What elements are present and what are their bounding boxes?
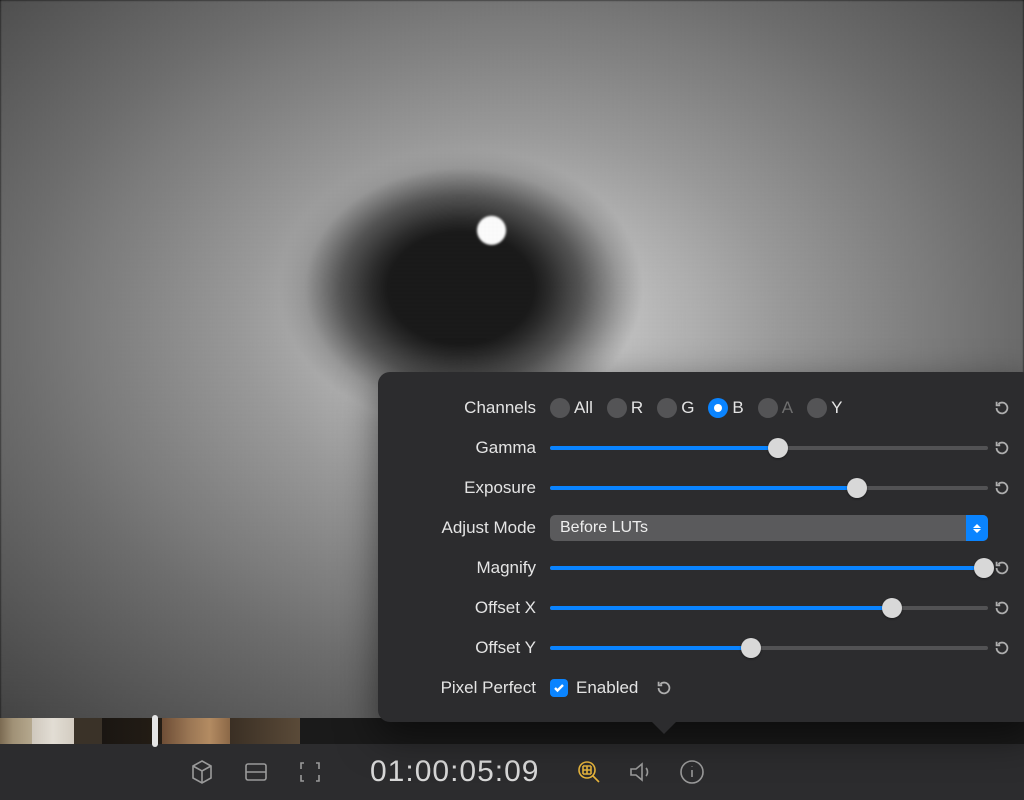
- adjust-mode-value: Before LUTs: [560, 519, 648, 537]
- channel-radio-b[interactable]: B: [708, 398, 753, 418]
- reset-offset-y-button[interactable]: [988, 639, 1016, 657]
- pixel-perfect-row: Pixel Perfect Enabled: [396, 668, 1016, 708]
- channel-radio-label: A: [782, 398, 793, 418]
- timeline-thumb[interactable]: [162, 718, 230, 744]
- reset-offset-x-button[interactable]: [988, 599, 1016, 617]
- channel-radio-a[interactable]: A: [758, 398, 803, 418]
- adjust-mode-label: Adjust Mode: [396, 518, 550, 538]
- timeline-thumb[interactable]: [0, 718, 32, 744]
- radio-dot-icon: [657, 398, 677, 418]
- channel-radio-r[interactable]: R: [607, 398, 653, 418]
- reset-pixel-perfect-button[interactable]: [650, 679, 678, 697]
- channel-radio-g[interactable]: G: [657, 398, 704, 418]
- timecode-display: 01:00:05:09: [370, 755, 539, 789]
- channel-radio-label: B: [732, 398, 743, 418]
- radio-dot-icon: [758, 398, 778, 418]
- channel-radio-y[interactable]: Y: [807, 398, 852, 418]
- radio-dot-icon: [708, 398, 728, 418]
- pixel-perfect-checkbox-label: Enabled: [576, 678, 638, 698]
- timeline-thumb[interactable]: [32, 718, 74, 744]
- channels-radio-group: All R G B A Y: [550, 398, 988, 418]
- magnify-row: Magnify: [396, 548, 1016, 588]
- bottom-toolbar: 01:00:05:09: [0, 744, 1024, 800]
- pixel-perfect-checkbox[interactable]: [550, 679, 568, 697]
- channels-row: Channels All R G B A Y: [396, 388, 1016, 428]
- offset-y-row: Offset Y: [396, 628, 1016, 668]
- channel-radio-label: R: [631, 398, 643, 418]
- offset-y-slider[interactable]: [550, 638, 988, 658]
- offset-x-row: Offset X: [396, 588, 1016, 628]
- magnify-slider[interactable]: [550, 558, 988, 578]
- display-settings-popover: Channels All R G B A Y Gamma Exposure Adjust …: [378, 372, 1024, 722]
- speaker-icon[interactable]: [627, 758, 655, 786]
- reset-exposure-button[interactable]: [988, 479, 1016, 497]
- channel-radio-all[interactable]: All: [550, 398, 603, 418]
- channel-radio-label: All: [574, 398, 593, 418]
- offset-y-label: Offset Y: [396, 638, 550, 658]
- crop-brackets-icon[interactable]: [296, 758, 324, 786]
- playhead[interactable]: [152, 715, 158, 747]
- radio-dot-icon: [807, 398, 827, 418]
- radio-dot-icon: [550, 398, 570, 418]
- chevron-up-down-icon: [966, 515, 988, 541]
- rows-icon[interactable]: [242, 758, 270, 786]
- cube-icon[interactable]: [188, 758, 216, 786]
- info-icon[interactable]: [679, 759, 705, 785]
- magnify-label: Magnify: [396, 558, 550, 578]
- adjust-mode-row: Adjust Mode Before LUTs: [396, 508, 1016, 548]
- adjust-mode-select[interactable]: Before LUTs: [550, 515, 988, 541]
- offset-x-slider[interactable]: [550, 598, 988, 618]
- exposure-label: Exposure: [396, 478, 550, 498]
- exposure-slider[interactable]: [550, 478, 988, 498]
- channel-radio-label: G: [681, 398, 694, 418]
- channels-label: Channels: [396, 398, 550, 418]
- radio-dot-icon: [607, 398, 627, 418]
- magnify-grid-icon[interactable]: [575, 758, 603, 786]
- gamma-row: Gamma: [396, 428, 1016, 468]
- reset-channels-button[interactable]: [988, 399, 1016, 417]
- offset-x-label: Offset X: [396, 598, 550, 618]
- reset-gamma-button[interactable]: [988, 439, 1016, 457]
- exposure-row: Exposure: [396, 468, 1016, 508]
- pixel-perfect-label: Pixel Perfect: [396, 678, 550, 698]
- gamma-slider[interactable]: [550, 438, 988, 458]
- channel-radio-label: Y: [831, 398, 842, 418]
- timeline-thumb[interactable]: [74, 718, 102, 744]
- timeline-thumb[interactable]: [230, 718, 300, 744]
- gamma-label: Gamma: [396, 438, 550, 458]
